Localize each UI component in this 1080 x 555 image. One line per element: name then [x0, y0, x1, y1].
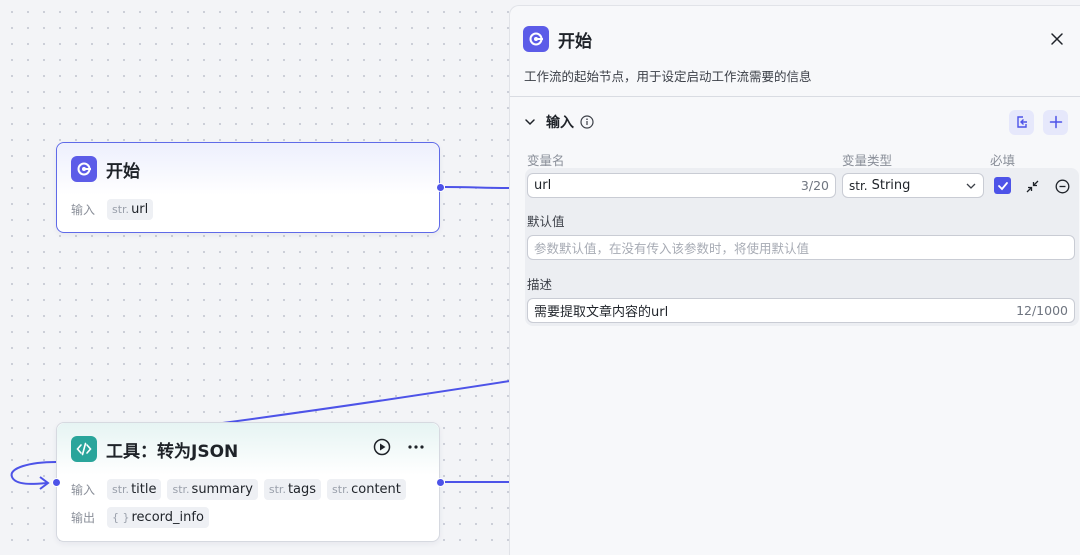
col-name: 变量名: [527, 153, 565, 168]
description-char-count: 12/1000: [1016, 303, 1068, 318]
input-tag: str. tags: [263, 478, 322, 500]
minus-circle-icon[interactable]: [1053, 177, 1071, 195]
tool-node-input-port[interactable]: [52, 478, 61, 487]
panel-title: 开始: [558, 31, 592, 52]
node-settings-panel: 开始 工作流的起始节点，用于设定启动工作流需要的信息 输入 变量名 变量类型 必…: [509, 5, 1080, 555]
input-tag: str. summary: [167, 478, 258, 500]
start-node-output-port[interactable]: [436, 183, 445, 192]
col-required: 必填: [990, 153, 1016, 168]
tool-node-header: 工具：转为JSON: [57, 423, 439, 475]
chevron-down-icon[interactable]: [524, 113, 536, 132]
tool-node-outputs: 输出 { } record_info: [57, 503, 439, 531]
chevron-down-icon: [965, 180, 977, 192]
description-label: 描述: [527, 277, 553, 292]
default-value-label: 默认值: [527, 214, 565, 229]
input-tag: str. url: [107, 198, 154, 220]
tool-node-title: 工具：转为JSON: [106, 441, 239, 462]
output-label: 输出: [71, 510, 96, 525]
play-circle-icon[interactable]: [373, 438, 391, 460]
info-icon[interactable]: [580, 115, 594, 129]
shrink-icon[interactable]: [1023, 177, 1041, 195]
start-node-inputs: 输入 str. url: [57, 195, 439, 223]
panel-header: 开始: [510, 6, 1080, 54]
more-icon[interactable]: [407, 438, 425, 460]
input-tag: str. content: [327, 478, 406, 500]
start-node[interactable]: 开始 输入 str. url: [56, 142, 440, 233]
start-node-icon: [523, 26, 549, 52]
input-label: 输入: [71, 482, 96, 497]
start-node-header: 开始: [57, 143, 439, 195]
variable-type-select[interactable]: str. String: [842, 173, 984, 198]
input-label: 输入: [71, 202, 96, 217]
tool-node-output-port[interactable]: [436, 478, 445, 487]
edge-loop-in: [10, 461, 57, 485]
edge-start-out: [444, 186, 511, 189]
default-value-input[interactable]: 参数默认值，在没有传入该参数时，将使用默认值: [527, 235, 1075, 260]
name-char-count: 3/20: [800, 178, 829, 193]
col-type: 变量类型: [842, 153, 893, 168]
panel-description: 工作流的起始节点，用于设定启动工作流需要的信息: [524, 69, 812, 84]
tool-node[interactable]: 工具：转为JSON 输入 str. title str. summary str. t…: [56, 422, 440, 542]
input-tag: str. title: [107, 478, 162, 500]
variable-card: url 3/20 str. String 默认值 参数默认值，在没有传入该参数时…: [525, 168, 1079, 326]
input-section-header: 输入: [510, 97, 1080, 147]
add-variable-button[interactable]: [1043, 109, 1068, 135]
import-button[interactable]: [1009, 109, 1034, 135]
code-icon: [71, 436, 97, 462]
edge-to-tool: [214, 380, 511, 425]
variable-name-input[interactable]: url 3/20: [527, 173, 836, 198]
output-tag: { } record_info: [107, 506, 209, 528]
required-checkbox[interactable]: [994, 177, 1011, 194]
tool-node-inputs: 输入 str. title str. summary str. tags str. co…: [57, 475, 439, 503]
description-input[interactable]: 需要提取文章内容的url 12/1000: [527, 298, 1075, 323]
input-section-title: 输入: [546, 115, 574, 131]
close-icon[interactable]: [1047, 29, 1067, 49]
start-node-title: 开始: [106, 161, 140, 182]
start-node-icon: [71, 156, 97, 182]
